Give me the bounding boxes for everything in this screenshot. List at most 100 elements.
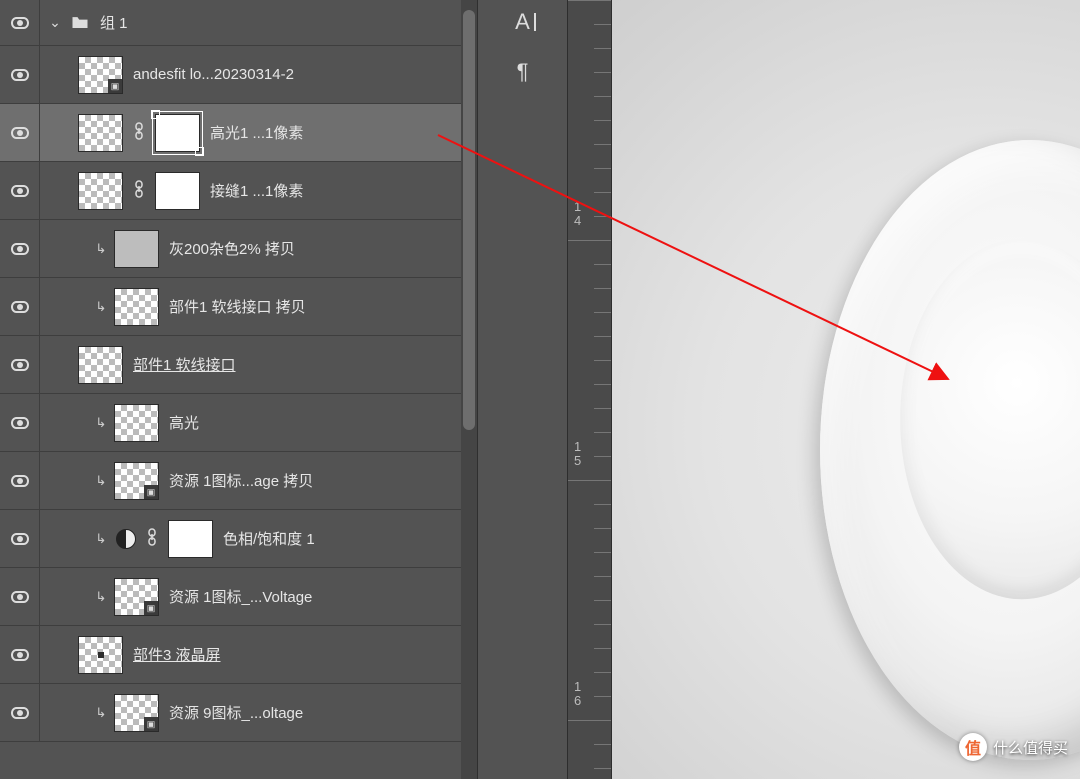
- layer-name[interactable]: 资源 1图标_...Voltage: [165, 586, 471, 607]
- smart-object-badge-icon: ▣: [144, 717, 158, 731]
- ruler-tick-label: 1: [574, 680, 581, 694]
- disclosure-chevron-icon[interactable]: ⌄: [46, 14, 64, 31]
- adjustment-layer-icon: [116, 529, 136, 549]
- vertical-ruler[interactable]: 1 4 1 5 1 6: [567, 0, 612, 779]
- ruler-tick-label: 5: [574, 454, 581, 468]
- layers-scrollbar[interactable]: [461, 0, 477, 779]
- visibility-toggle[interactable]: [0, 336, 40, 393]
- visibility-toggle[interactable]: [0, 394, 40, 451]
- layer-thumbnail[interactable]: [114, 404, 159, 442]
- layer-thumbnail[interactable]: [78, 636, 123, 674]
- layer-row[interactable]: ↳ 部件1 软线接口 拷贝: [0, 278, 477, 336]
- layer-thumbnail[interactable]: [114, 230, 159, 268]
- layer-name[interactable]: 部件3 液晶屏: [129, 644, 471, 665]
- clipping-mask-icon: ↳: [94, 241, 108, 257]
- layer-thumbnail[interactable]: ▣: [114, 578, 159, 616]
- layer-row[interactable]: ↳ 色相/饱和度 1: [0, 510, 477, 568]
- layer-name[interactable]: 资源 9图标_...oltage: [165, 702, 471, 723]
- link-icon[interactable]: [145, 528, 159, 549]
- eye-icon: [11, 475, 29, 487]
- clipping-mask-icon: ↳: [94, 705, 108, 721]
- visibility-toggle[interactable]: [0, 568, 40, 625]
- ruler-tick-label: 1: [574, 440, 581, 454]
- layer-group-row[interactable]: ⌄ 组 1: [0, 0, 477, 46]
- layer-row[interactable]: ↳ 灰200杂色2% 拷贝: [0, 220, 477, 278]
- layer-mask-thumbnail[interactable]: [155, 114, 200, 152]
- layer-list: ⌄ 组 1 ▣ andesfit lo...20230314-2 高光1 ...1像…: [0, 0, 477, 779]
- watermark-text: 什么值得买: [993, 737, 1068, 758]
- layer-thumbnail[interactable]: ▣: [114, 694, 159, 732]
- smart-object-badge-icon: ▣: [108, 79, 122, 93]
- clipping-mask-icon: ↳: [94, 473, 108, 489]
- visibility-toggle[interactable]: [0, 452, 40, 509]
- link-icon[interactable]: [132, 180, 146, 201]
- layer-row[interactable]: ↳ ▣ 资源 9图标_...oltage: [0, 684, 477, 742]
- layer-name[interactable]: 部件1 软线接口: [129, 354, 471, 375]
- layer-thumbnail[interactable]: [114, 288, 159, 326]
- layer-thumbnail[interactable]: ▣: [78, 56, 123, 94]
- clipping-mask-icon: ↳: [94, 531, 108, 547]
- layer-thumbnail[interactable]: ▣: [114, 462, 159, 500]
- visibility-toggle[interactable]: [0, 684, 40, 741]
- link-icon[interactable]: [132, 122, 146, 143]
- smart-object-badge-icon: ▣: [144, 485, 158, 499]
- eye-icon: [11, 69, 29, 81]
- middle-strip: A ¶ 1 4 1 5 1 6: [477, 0, 612, 779]
- layer-row[interactable]: 部件1 软线接口: [0, 336, 477, 394]
- visibility-toggle[interactable]: [0, 104, 40, 161]
- layer-row[interactable]: 高光1 ...1像素: [0, 104, 477, 162]
- eye-icon: [11, 185, 29, 197]
- character-option[interactable]: A: [499, 6, 547, 38]
- scrollbar-thumb[interactable]: [463, 10, 475, 430]
- layer-name[interactable]: 色相/饱和度 1: [219, 528, 471, 549]
- layer-thumbnail[interactable]: [78, 172, 123, 210]
- clipping-mask-icon: ↳: [94, 299, 108, 315]
- layers-panel: ⌄ 组 1 ▣ andesfit lo...20230314-2 高光1 ...1像…: [0, 0, 477, 779]
- layer-row[interactable]: 部件3 液晶屏: [0, 626, 477, 684]
- watermark-badge: 值: [959, 733, 987, 761]
- visibility-toggle[interactable]: [0, 626, 40, 683]
- layer-row[interactable]: ↳ ▣ 资源 1图标_...Voltage: [0, 568, 477, 626]
- visibility-toggle[interactable]: [0, 46, 40, 103]
- visibility-toggle[interactable]: [0, 510, 40, 567]
- layer-mask-thumbnail[interactable]: [168, 520, 213, 558]
- canvas[interactable]: 值 什么值得买: [612, 0, 1080, 779]
- eye-icon: [11, 533, 29, 545]
- eye-icon: [11, 17, 29, 29]
- eye-icon: [11, 591, 29, 603]
- layer-name[interactable]: 高光: [165, 412, 471, 433]
- layer-row[interactable]: ↳ 高光: [0, 394, 477, 452]
- eye-icon: [11, 707, 29, 719]
- visibility-toggle[interactable]: [0, 162, 40, 219]
- layer-row[interactable]: ↳ ▣ 资源 1图标...age 拷贝: [0, 452, 477, 510]
- layer-name[interactable]: 部件1 软线接口 拷贝: [165, 296, 471, 317]
- layer-name[interactable]: 高光1 ...1像素: [206, 122, 471, 143]
- layer-row[interactable]: 接缝1 ...1像素: [0, 162, 477, 220]
- layer-name[interactable]: 接缝1 ...1像素: [206, 180, 471, 201]
- layer-name[interactable]: 资源 1图标...age 拷贝: [165, 470, 471, 491]
- character-panel-tab: A ¶: [477, 0, 567, 779]
- visibility-toggle[interactable]: [0, 278, 40, 335]
- visibility-toggle[interactable]: [0, 0, 40, 45]
- visibility-toggle[interactable]: [0, 220, 40, 277]
- eye-icon: [11, 417, 29, 429]
- paragraph-option[interactable]: ¶: [499, 56, 547, 88]
- layer-mask-thumbnail[interactable]: [155, 172, 200, 210]
- ruler-tick-label: 6: [574, 694, 581, 708]
- ruler-tick-label: 4: [574, 214, 581, 228]
- device-dish-inner: [900, 239, 1080, 599]
- layer-thumbnail[interactable]: [78, 346, 123, 384]
- clipping-mask-icon: ↳: [94, 589, 108, 605]
- layer-name[interactable]: 灰200杂色2% 拷贝: [165, 238, 471, 259]
- ruler-tick-label: 1: [574, 200, 581, 214]
- smart-object-badge-icon: ▣: [144, 601, 158, 615]
- eye-icon: [11, 243, 29, 255]
- layer-name[interactable]: 组 1: [96, 12, 471, 33]
- eye-icon: [11, 359, 29, 371]
- layer-thumbnail[interactable]: [78, 114, 123, 152]
- layer-row[interactable]: ▣ andesfit lo...20230314-2: [0, 46, 477, 104]
- app-root: ⌄ 组 1 ▣ andesfit lo...20230314-2 高光1 ...1像…: [0, 0, 1080, 779]
- eye-icon: [11, 649, 29, 661]
- layer-name[interactable]: andesfit lo...20230314-2: [129, 66, 471, 83]
- clipping-mask-icon: ↳: [94, 415, 108, 431]
